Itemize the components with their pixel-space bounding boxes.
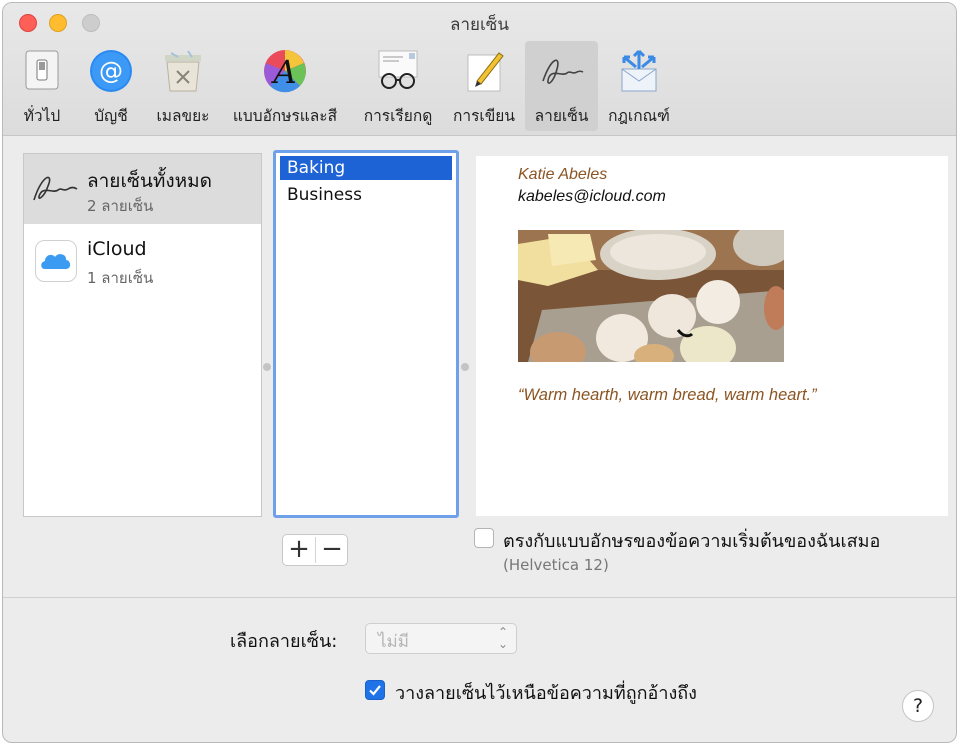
svg-text:@: @ — [99, 57, 123, 85]
preview-quote: “Warm hearth, warm bread, warm heart.” — [518, 386, 817, 404]
icloud-icon — [35, 240, 77, 282]
choose-signature-label: เลือกลายเซ็น: — [230, 631, 338, 652]
help-button[interactable]: ? — [902, 690, 934, 722]
signature-preview[interactable]: Katie Abeles kabeles@icloud.com “Warm he… — [476, 156, 948, 516]
tab-fonts-colors[interactable]: A แบบอักษรและสี — [223, 41, 347, 131]
junk-bin-icon — [165, 50, 201, 92]
signature-icon — [33, 176, 78, 201]
accounts-list: ลายเซ็นทั้งหมด 2 ลายเซ็น iCloud 1 ลายเซ็… — [23, 153, 262, 517]
tab-accounts[interactable]: @ บัญชี — [83, 41, 139, 131]
glasses-icon — [378, 50, 418, 89]
preview-email: kabeles@icloud.com — [518, 188, 666, 205]
font-color-icon: A — [264, 50, 306, 93]
tab-composing[interactable]: การเขียน — [447, 41, 521, 131]
match-font-label: ตรงกับแบบอักษรของข้อความเริ่มต้นของฉันเส… — [503, 531, 881, 552]
tab-viewing[interactable]: การเรียกดู — [355, 41, 441, 131]
split-handle[interactable] — [263, 363, 271, 371]
add-remove-control: + − — [282, 534, 348, 566]
place-above-label: วางลายเซ็นไว้เหนือข้อความที่ถูกอ้างถึง — [395, 683, 697, 704]
tab-junk-mail[interactable]: เมลขยะ — [149, 41, 217, 131]
account-all-signatures[interactable]: ลายเซ็นทั้งหมด 2 ลายเซ็น — [24, 154, 261, 224]
window-title: ลายเซ็น — [450, 15, 509, 35]
tab-rules[interactable]: กฎเกณฑ์ — [603, 41, 675, 131]
add-signature-button[interactable]: + — [283, 535, 315, 565]
place-above-checkbox[interactable] — [365, 680, 385, 700]
signature-icon — [541, 59, 583, 84]
account-icloud[interactable]: iCloud 1 ลายเซ็น — [24, 226, 261, 296]
divider — [3, 597, 956, 598]
preferences-window: ลายเซ็น ทั่วไป @ บัญชี เมลขยะ A แบบอักษร… — [2, 2, 957, 743]
signature-item[interactable]: Business — [280, 183, 452, 207]
signature-item[interactable]: Baking — [280, 156, 452, 180]
font-hint: (Helvetica 12) — [503, 556, 609, 574]
preview-name: Katie Abeles — [518, 166, 608, 183]
chevron-up-down-icon: ⌃ ⌄ — [497, 625, 508, 651]
checkmark-icon — [369, 685, 381, 696]
tab-signatures[interactable]: ลายเซ็น — [525, 41, 598, 131]
eggs-and-butter-photo — [518, 230, 784, 362]
toolbar: ลายเซ็น ทั่วไป @ บัญชี เมลขยะ A แบบอักษร… — [3, 3, 956, 136]
svg-text:A: A — [270, 53, 296, 91]
remove-signature-button[interactable]: − — [316, 535, 348, 565]
rules-envelope-icon — [621, 49, 657, 92]
at-sign-icon: @ — [90, 50, 132, 92]
tab-general[interactable]: ทั่วไป — [15, 41, 69, 131]
pencil-note-icon — [467, 52, 504, 92]
split-handle[interactable] — [461, 363, 469, 371]
signatures-list: Baking Business — [273, 150, 459, 518]
match-font-checkbox[interactable] — [474, 528, 494, 548]
choose-signature-popup[interactable]: ไม่มี ⌃ ⌄ — [365, 623, 517, 654]
switch-icon — [25, 50, 59, 90]
